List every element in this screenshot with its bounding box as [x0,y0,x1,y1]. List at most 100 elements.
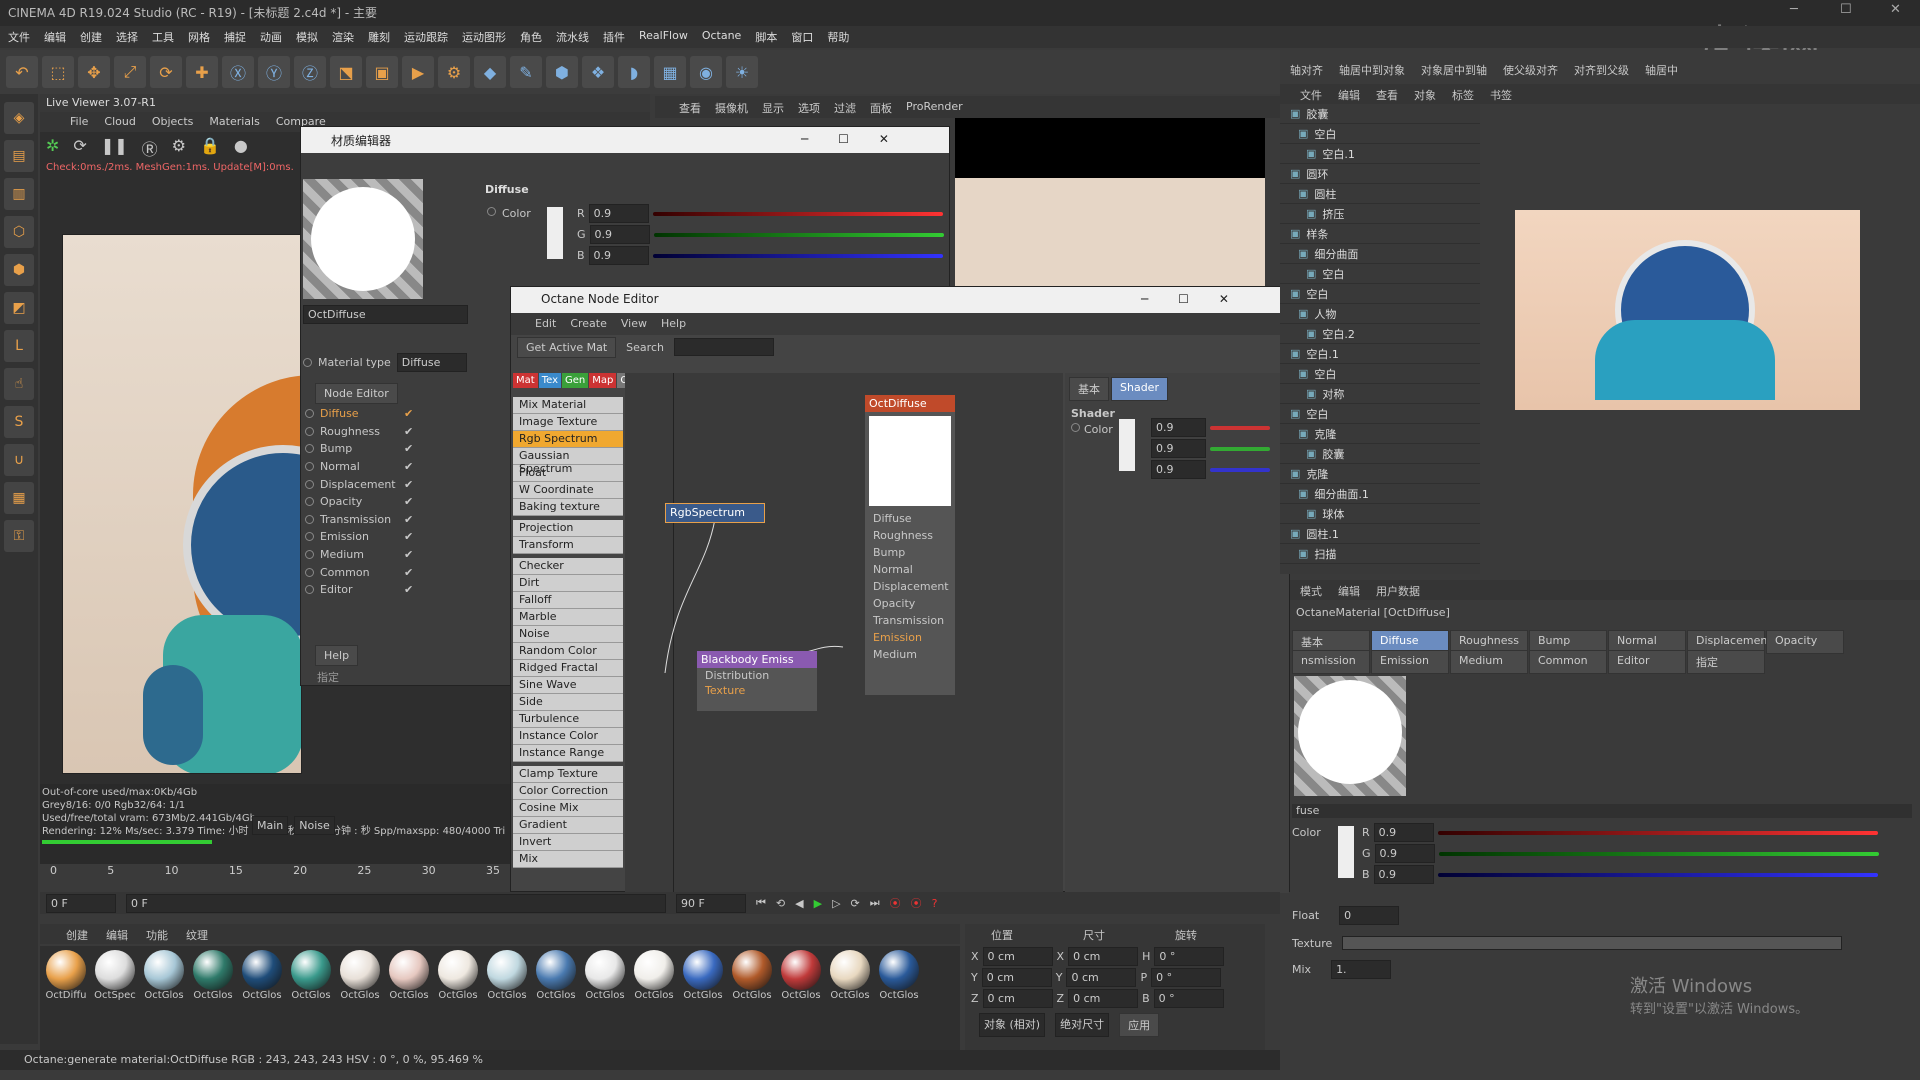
material-swatch[interactable]: OctDiffu [44,950,88,1010]
scale-icon[interactable]: ⤢ [114,56,146,88]
next-frame-icon[interactable]: ▷ [832,897,840,910]
object-row[interactable]: ▣ 空白 [1280,124,1480,144]
cube-icon[interactable]: ◆ [474,56,506,88]
radio-icon[interactable] [305,409,314,419]
prev-frame-icon[interactable]: ◀ [795,897,803,910]
keyframe-help-icon[interactable]: ? [932,897,938,910]
object-menu-item[interactable]: 文件 [1300,87,1322,102]
node-list-item[interactable]: Baking texture [513,499,623,516]
radio-icon[interactable] [305,444,314,454]
node-list-item[interactable]: W Coordinate [513,482,623,499]
attr-tab[interactable]: Medium [1450,650,1528,674]
object-tool[interactable]: 对齐到父级 [1574,62,1629,82]
blackbody-node[interactable]: Blackbody Emiss Distribution Texture [697,651,817,711]
channel-row[interactable]: Editor ✔ [305,581,415,599]
radio-icon[interactable] [305,514,314,524]
channel-row[interactable]: Transmission ✔ [305,511,415,529]
material-swatch[interactable]: OctGlos [387,950,431,1010]
render-icon[interactable]: ▶ [402,56,434,88]
material-swatch[interactable]: OctGlos [828,950,872,1010]
menu-item[interactable]: 运动图形 [462,29,506,45]
channel-row[interactable]: Opacity ✔ [305,493,415,511]
object-menu-item[interactable]: 书签 [1490,87,1512,102]
mix-field[interactable]: 1. [1331,960,1392,979]
node-tab-map[interactable]: Map [589,373,617,388]
attr-channel-field[interactable]: 0.9 [1374,844,1435,863]
coord-cell[interactable]: 0 cm [1068,989,1139,1008]
menu-item[interactable]: 动画 [260,29,282,45]
floor-icon[interactable]: ▦ [654,56,686,88]
subdivision-icon[interactable]: ⬢ [546,56,578,88]
object-row[interactable]: ▣ 克隆 [1280,424,1480,444]
restart-icon[interactable]: ⟳ [73,136,86,156]
magnet-icon[interactable]: ∪ [4,444,34,476]
channel-row[interactable]: Emission ✔ [305,528,415,546]
node-list-item[interactable]: Color Correction [513,783,623,800]
shader-color-swatch[interactable] [1119,419,1135,471]
port-emission[interactable]: Emission [865,629,955,646]
node-tab-tex[interactable]: Tex [538,373,561,388]
points-icon[interactable]: ⬡ [4,216,34,248]
viewport-menu-item[interactable]: 显示 [762,100,784,115]
radio-icon[interactable] [305,532,314,542]
material-type-select[interactable]: Diffuse [396,353,467,372]
light-icon[interactable]: ☀ [726,56,758,88]
menu-item[interactable]: 模拟 [296,29,318,45]
port-roughness[interactable]: Roughness [865,527,955,544]
checkbox-icon[interactable]: ✔ [404,583,413,596]
node-list-item[interactable]: Clamp Texture [513,766,623,783]
timeline[interactable]: 0 5 10 15 20 25 30 35 [40,864,510,890]
object-row[interactable]: ▣ 圆柱.1 [1280,524,1480,544]
port-transmission[interactable]: Transmission [865,612,955,629]
attr-tab[interactable]: 指定 [1687,650,1765,674]
node-list-item[interactable]: Rgb Spectrum [513,431,623,448]
search-input[interactable] [673,338,774,356]
material-menu-item[interactable]: 编辑 [106,927,128,942]
material-name[interactable]: OctDiffuse [303,305,468,324]
object-row[interactable]: ▣ 空白 [1280,264,1480,284]
object-row[interactable]: ▣ 细分曲面.1 [1280,484,1480,504]
node-tab-gen[interactable]: Gen [562,373,589,388]
menu-item[interactable]: 捕捉 [224,29,246,45]
node-list-item[interactable]: Noise [513,626,623,643]
viewport-menu-item[interactable]: 选项 [798,100,820,115]
object-row[interactable]: ▣ 细分曲面 [1280,244,1480,264]
texture-field[interactable] [1342,936,1843,950]
channel-row[interactable]: Medium ✔ [305,546,415,564]
port-texture[interactable]: Texture [697,683,817,698]
menu-item[interactable]: 脚本 [755,29,777,45]
port-diffuse[interactable]: Diffuse [865,510,955,527]
radio-icon[interactable] [305,462,314,472]
shader-b[interactable]: 0.9 [1151,460,1206,479]
port-distribution[interactable]: Distribution [697,668,817,683]
material-swatch[interactable]: OctGlos [338,950,382,1010]
coord-system-icon[interactable]: ⬔ [330,56,362,88]
material-swatch[interactable]: OctGlos [730,950,774,1010]
object-row[interactable]: ▣ 人物 [1280,304,1480,324]
render-settings-icon[interactable]: ⚙ [438,56,470,88]
ne-menu-create[interactable]: Create [570,317,607,331]
b-slider[interactable] [652,253,943,258]
node-list-item[interactable]: Projection [513,520,623,537]
object-row[interactable]: ▣ 圆柱 [1280,184,1480,204]
channel-row[interactable]: Common ✔ [305,563,415,581]
menu-item[interactable]: 文件 [8,29,30,45]
pause-icon[interactable]: ❚❚ [101,136,128,156]
material-menu-item[interactable]: 创建 [66,927,88,942]
object-menu-item[interactable]: 对象 [1414,87,1436,102]
attr-tab[interactable]: Editor [1608,650,1686,674]
coord-mode[interactable]: 对象 (相对) [979,1013,1046,1037]
node-list-item[interactable]: Ridged Fractal [513,660,623,677]
radio-icon[interactable] [305,567,314,577]
ne-menu-help[interactable]: Help [661,317,686,331]
settings-icon[interactable]: ⚙ [172,136,186,156]
viewport-menu-item[interactable]: 摄像机 [715,100,748,115]
menu-item[interactable]: RealFlow [639,29,688,45]
object-row[interactable]: ▣ 空白 [1280,404,1480,424]
apply-button[interactable]: 应用 [1119,1013,1160,1037]
menu-item[interactable]: 选择 [116,29,138,45]
object-menu-item[interactable]: 查看 [1376,87,1398,102]
object-tool[interactable]: 轴居中到对象 [1339,62,1405,82]
array-icon[interactable]: ❖ [582,56,614,88]
node-list-item[interactable]: Instance Color [513,728,623,745]
